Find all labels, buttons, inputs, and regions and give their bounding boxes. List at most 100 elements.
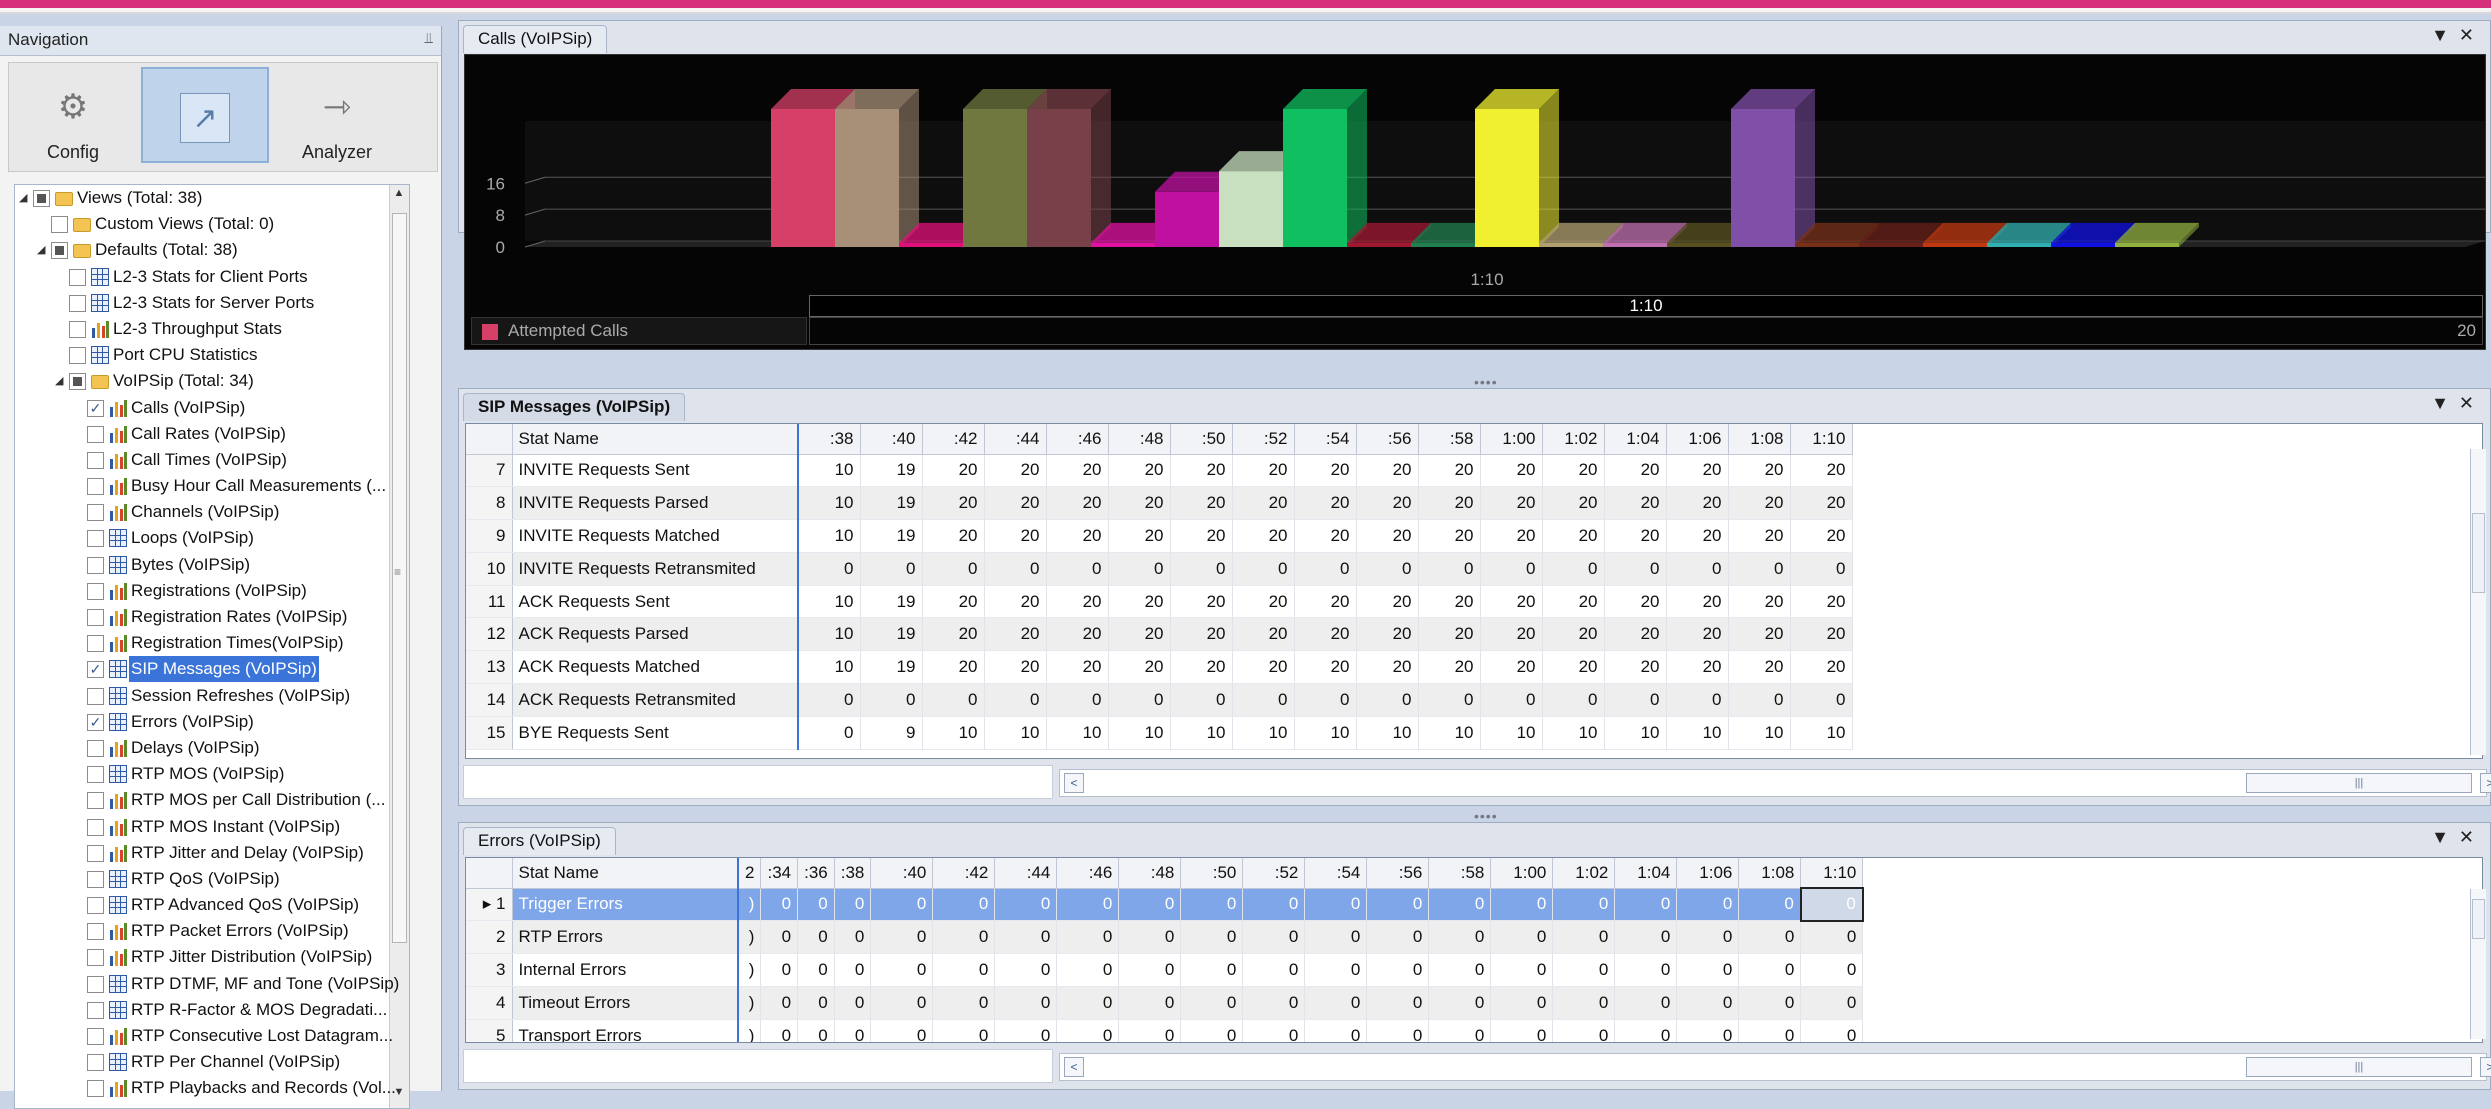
value-cell[interactable]: 20: [922, 454, 985, 488]
table-row[interactable]: 3 Internal Errors) 0 0 0 0 0 0 0 0 0 0 0 0 0 0 0 0 0 0 0: [466, 953, 1864, 987]
value-cell[interactable]: 20: [1294, 486, 1357, 521]
table-row[interactable]: ▸ 1 Trigger Errors) 0 0 0 0 0 0 0 0 0 0 0 0 0 0 0 0 0 0 0: [466, 887, 1864, 922]
value-cell[interactable]: 0: [1799, 887, 1864, 922]
value-cell[interactable]: 0: [1418, 552, 1481, 586]
bar[interactable]: [1539, 242, 1603, 247]
value-cell[interactable]: 0: [1118, 953, 1182, 987]
value-cell[interactable]: 20: [1046, 486, 1109, 521]
bar[interactable]: [771, 109, 835, 247]
value-cell[interactable]: 10: [798, 585, 861, 619]
tree-checkbox[interactable]: [69, 347, 86, 365]
column-header[interactable]: 1:02: [1542, 424, 1605, 455]
value-cell[interactable]: 20: [1666, 617, 1729, 652]
value-cell[interactable]: 20: [1790, 486, 1853, 521]
value-cell[interactable]: 0: [1428, 920, 1492, 955]
value-cell[interactable]: 0: [1304, 920, 1368, 955]
column-header[interactable]: 2: [738, 858, 762, 889]
value-cell[interactable]: 0: [1056, 920, 1120, 955]
value-cell[interactable]: 20: [1170, 650, 1233, 685]
value-cell[interactable]: 0: [1046, 683, 1109, 717]
value-cell[interactable]: 0: [1676, 888, 1740, 922]
bar[interactable]: [899, 242, 963, 247]
value-cell[interactable]: 0: [994, 1019, 1058, 1042]
value-cell[interactable]: 0: [1056, 986, 1120, 1020]
value-cell[interactable]: 0: [1490, 953, 1554, 987]
value-cell[interactable]: 0: [932, 953, 996, 987]
value-cell[interactable]: 10: [1170, 716, 1233, 750]
table-row[interactable]: 15 BYE Requests Sent 0 9 10 10 10 10 10 10 10 10 10 1…: [466, 716, 1853, 750]
value-cell[interactable]: 20: [1232, 486, 1295, 521]
value-cell[interactable]: 20: [1790, 454, 1853, 488]
column-header[interactable]: :52: [1242, 858, 1306, 889]
value-cell[interactable]: 10: [798, 617, 861, 652]
tab-errors[interactable]: Errors (VoIPSip): [463, 827, 616, 855]
value-cell[interactable]: 0: [797, 953, 835, 987]
tree-checkbox[interactable]: [87, 478, 104, 496]
tree-checkbox[interactable]: [87, 897, 104, 915]
value-cell[interactable]: 0: [1552, 888, 1616, 922]
errors-filter-input[interactable]: [463, 1049, 1053, 1083]
value-cell[interactable]: 20: [1232, 519, 1295, 553]
column-header[interactable]: 1:00: [1480, 424, 1543, 455]
value-cell[interactable]: 0: [870, 888, 934, 922]
value-cell[interactable]: 10: [1418, 716, 1481, 750]
value-cell[interactable]: 0: [984, 683, 1047, 717]
value-cell[interactable]: 20: [1542, 519, 1605, 553]
value-cell[interactable]: 0: [760, 986, 799, 1020]
value-cell[interactable]: 20: [1666, 486, 1729, 521]
value-cell[interactable]: 0: [1542, 552, 1605, 586]
value-cell[interactable]: 20: [1480, 519, 1543, 553]
value-cell[interactable]: 20: [1480, 454, 1543, 488]
column-header[interactable]: :56: [1366, 858, 1430, 889]
column-header[interactable]: :58: [1428, 858, 1492, 889]
value-cell[interactable]: ): [738, 986, 762, 1020]
value-cell[interactable]: 10: [798, 454, 861, 488]
tree-checkbox[interactable]: [87, 766, 104, 784]
value-cell[interactable]: ): [738, 888, 762, 922]
tab-sip-messages[interactable]: SIP Messages (VoIPSip): [463, 393, 686, 421]
value-cell[interactable]: 10: [984, 716, 1047, 750]
tree-checkbox[interactable]: [51, 216, 68, 234]
column-header[interactable]: 1:08: [1728, 424, 1791, 455]
table-row[interactable]: 11 ACK Requests Sent 10 19 20 20 20 20 20 20 20 20 2…: [466, 585, 1853, 619]
value-cell[interactable]: 0: [1490, 986, 1554, 1020]
value-cell[interactable]: 0: [1800, 1019, 1864, 1042]
value-cell[interactable]: 0: [1118, 920, 1182, 955]
tree-item[interactable]: Bytes (VoIPSip): [15, 552, 409, 578]
tree-checkbox[interactable]: [69, 320, 86, 338]
tree-checkbox[interactable]: [69, 294, 86, 312]
value-cell[interactable]: 0: [932, 888, 996, 922]
value-cell[interactable]: 0: [1232, 683, 1295, 717]
dropdown-icon[interactable]: ▼: [2431, 393, 2459, 413]
value-cell[interactable]: 10: [798, 519, 861, 553]
bar[interactable]: [1731, 109, 1795, 247]
value-cell[interactable]: 0: [1118, 986, 1182, 1020]
tree-item[interactable]: RTP Playbacks and Records (Vol...: [15, 1075, 409, 1101]
value-cell[interactable]: 10: [798, 650, 861, 685]
column-header[interactable]: 1:10: [1800, 858, 1864, 889]
sip-grid-vscroll[interactable]: [2470, 449, 2486, 755]
value-cell[interactable]: 20: [1046, 585, 1109, 619]
value-cell[interactable]: 0: [1304, 986, 1368, 1020]
value-cell[interactable]: 20: [1604, 650, 1667, 685]
value-cell[interactable]: 0: [1056, 1019, 1120, 1042]
value-cell[interactable]: 0: [860, 683, 923, 717]
panel-splitter[interactable]: [446, 30, 454, 1085]
range-label[interactable]: 1:10: [809, 295, 2483, 317]
bar[interactable]: [1923, 242, 1987, 247]
scroll-thumb[interactable]: [2472, 513, 2485, 593]
value-cell[interactable]: ): [738, 953, 762, 987]
value-cell[interactable]: 20: [1728, 617, 1791, 652]
value-cell[interactable]: 20: [1232, 585, 1295, 619]
value-cell[interactable]: 20: [1170, 617, 1233, 652]
value-cell[interactable]: 0: [860, 552, 923, 586]
column-header[interactable]: :40: [860, 424, 923, 455]
value-cell[interactable]: 20: [984, 617, 1047, 652]
value-cell[interactable]: 0: [1480, 552, 1543, 586]
tree-checkbox[interactable]: [87, 1054, 104, 1072]
tree-checkbox[interactable]: [87, 870, 104, 888]
tree-item[interactable]: Registration Rates (VoIPSip): [15, 604, 409, 630]
value-cell[interactable]: 20: [1294, 585, 1357, 619]
value-cell[interactable]: 0: [870, 1019, 934, 1042]
stat-name-cell[interactable]: INVITE Requests Parsed: [512, 486, 799, 521]
